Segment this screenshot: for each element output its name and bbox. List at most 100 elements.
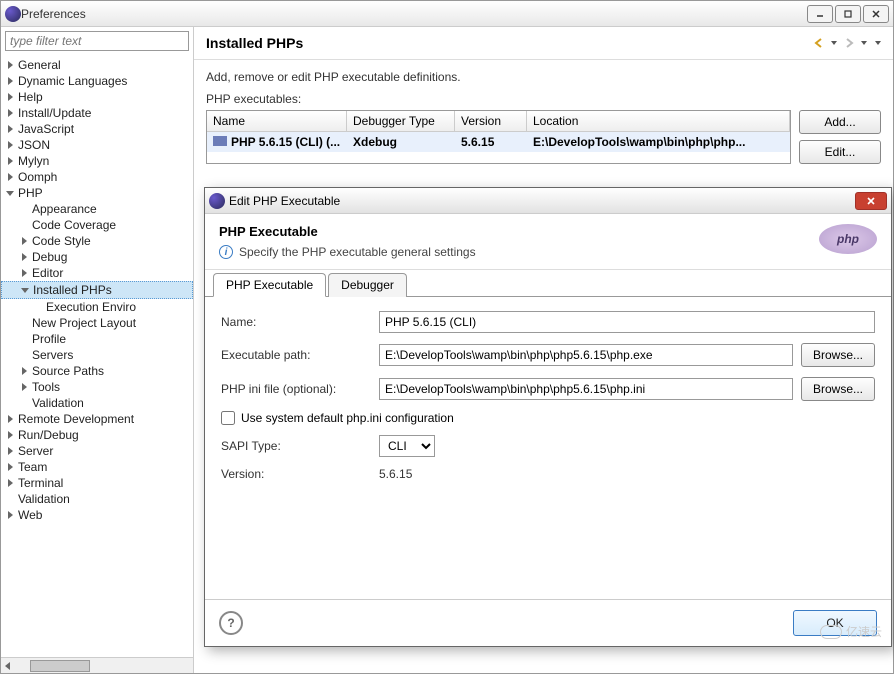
maximize-button[interactable]: [835, 5, 861, 23]
edit-button[interactable]: Edit...: [799, 140, 881, 164]
scrollbar-thumb[interactable]: [30, 660, 90, 672]
info-icon: i: [219, 245, 233, 259]
dialog-close-button[interactable]: [855, 192, 887, 210]
tree-item-label: Appearance: [32, 202, 97, 216]
tree-item-install-update[interactable]: Install/Update: [1, 105, 193, 121]
tree-item-php[interactable]: PHP: [1, 185, 193, 201]
tree-item-validation[interactable]: Validation: [1, 395, 193, 411]
tree-item-new-project-layout[interactable]: New Project Layout: [1, 315, 193, 331]
filter-input[interactable]: [5, 31, 189, 51]
tree-item-server[interactable]: Server: [1, 443, 193, 459]
tab-php-executable[interactable]: PHP Executable: [213, 273, 326, 297]
nav-back-dropdown[interactable]: [831, 41, 837, 45]
nav-forward-icon[interactable]: [841, 35, 857, 51]
tree-item-oomph[interactable]: Oomph: [1, 169, 193, 185]
tree-item-json[interactable]: JSON: [1, 137, 193, 153]
chevron-right-icon[interactable]: [5, 124, 15, 134]
browse-ini-button[interactable]: Browse...: [801, 377, 875, 401]
chevron-right-icon[interactable]: [5, 478, 15, 488]
chevron-right-icon[interactable]: [5, 172, 15, 182]
chevron-right-icon[interactable]: [19, 382, 29, 392]
tree-item-code-style[interactable]: Code Style: [1, 233, 193, 249]
executable-path-label: Executable path:: [221, 348, 371, 362]
name-input[interactable]: [379, 311, 875, 333]
minimize-button[interactable]: [807, 5, 833, 23]
tree-spacer: [19, 334, 29, 344]
col-location-header[interactable]: Location: [527, 111, 790, 131]
close-button[interactable]: [863, 5, 889, 23]
executable-path-input[interactable]: [379, 344, 793, 366]
chevron-right-icon[interactable]: [19, 252, 29, 262]
tree-item-label: JSON: [18, 138, 50, 152]
chevron-right-icon[interactable]: [5, 446, 15, 456]
chevron-right-icon[interactable]: [19, 268, 29, 278]
tree-item-tools[interactable]: Tools: [1, 379, 193, 395]
window-title: Preferences: [21, 7, 805, 21]
tree-item-team[interactable]: Team: [1, 459, 193, 475]
col-version-header[interactable]: Version: [455, 111, 527, 131]
preferences-tree[interactable]: GeneralDynamic LanguagesHelpInstall/Upda…: [1, 55, 193, 657]
tree-item-label: Dynamic Languages: [18, 74, 127, 88]
chevron-right-icon[interactable]: [5, 430, 15, 440]
use-default-ini-checkbox[interactable]: [221, 411, 235, 425]
tree-item-terminal[interactable]: Terminal: [1, 475, 193, 491]
chevron-right-icon[interactable]: [5, 414, 15, 424]
chevron-right-icon[interactable]: [19, 236, 29, 246]
tree-item-web[interactable]: Web: [1, 507, 193, 523]
tree-item-profile[interactable]: Profile: [1, 331, 193, 347]
chevron-right-icon[interactable]: [19, 366, 29, 376]
chevron-right-icon[interactable]: [5, 76, 15, 86]
tree-item-remote-development[interactable]: Remote Development: [1, 411, 193, 427]
tree-item-source-paths[interactable]: Source Paths: [1, 363, 193, 379]
tree-item-debug[interactable]: Debug: [1, 249, 193, 265]
tree-item-servers[interactable]: Servers: [1, 347, 193, 363]
dialog-subtitle: Specify the PHP executable general setti…: [239, 245, 476, 259]
ini-file-input[interactable]: [379, 378, 793, 400]
chevron-right-icon[interactable]: [5, 92, 15, 102]
tab-debugger[interactable]: Debugger: [328, 273, 407, 297]
tree-item-label: Code Coverage: [32, 218, 116, 232]
add-button[interactable]: Add...: [799, 110, 881, 134]
chevron-right-icon[interactable]: [5, 462, 15, 472]
chevron-down-icon[interactable]: [5, 188, 15, 198]
php-executables-table[interactable]: Name Debugger Type Version Location PHP …: [206, 110, 791, 164]
tree-item-code-coverage[interactable]: Code Coverage: [1, 217, 193, 233]
view-menu-dropdown[interactable]: [875, 41, 881, 45]
col-name-header[interactable]: Name: [207, 111, 347, 131]
tree-item-javascript[interactable]: JavaScript: [1, 121, 193, 137]
sapi-type-select[interactable]: CLI: [379, 435, 435, 457]
tree-item-label: New Project Layout: [32, 316, 136, 330]
table-row[interactable]: PHP 5.6.15 (CLI) (... Xdebug 5.6.15 E:\D…: [207, 132, 790, 152]
chevron-right-icon[interactable]: [5, 108, 15, 118]
horizontal-scrollbar[interactable]: [1, 657, 193, 673]
browse-executable-button[interactable]: Browse...: [801, 343, 875, 367]
php-file-icon: [213, 136, 227, 146]
nav-forward-dropdown[interactable]: [861, 41, 867, 45]
eclipse-icon: [209, 193, 225, 209]
tree-item-installed-phps[interactable]: Installed PHPs: [1, 281, 193, 299]
chevron-right-icon[interactable]: [5, 510, 15, 520]
page-title: Installed PHPs: [206, 35, 303, 51]
chevron-right-icon[interactable]: [5, 60, 15, 70]
help-button[interactable]: ?: [219, 611, 243, 635]
nav-back-icon[interactable]: [811, 35, 827, 51]
chevron-right-icon[interactable]: [5, 156, 15, 166]
tree-spacer: [19, 204, 29, 214]
tree-item-label: Mylyn: [18, 154, 49, 168]
version-label: Version:: [221, 467, 371, 481]
tree-item-editor[interactable]: Editor: [1, 265, 193, 281]
tree-item-appearance[interactable]: Appearance: [1, 201, 193, 217]
col-debugger-header[interactable]: Debugger Type: [347, 111, 455, 131]
tree-item-label: Install/Update: [18, 106, 91, 120]
tree-item-dynamic-languages[interactable]: Dynamic Languages: [1, 73, 193, 89]
tree-item-mylyn[interactable]: Mylyn: [1, 153, 193, 169]
tree-item-label: Execution Enviro: [46, 300, 136, 314]
tree-item-general[interactable]: General: [1, 57, 193, 73]
chevron-down-icon[interactable]: [20, 285, 30, 295]
chevron-right-icon[interactable]: [5, 140, 15, 150]
tree-item-validation[interactable]: Validation: [1, 491, 193, 507]
tree-item-run-debug[interactable]: Run/Debug: [1, 427, 193, 443]
tree-item-execution-enviro[interactable]: Execution Enviro: [1, 299, 193, 315]
tree-item-help[interactable]: Help: [1, 89, 193, 105]
tree-item-label: Source Paths: [32, 364, 104, 378]
